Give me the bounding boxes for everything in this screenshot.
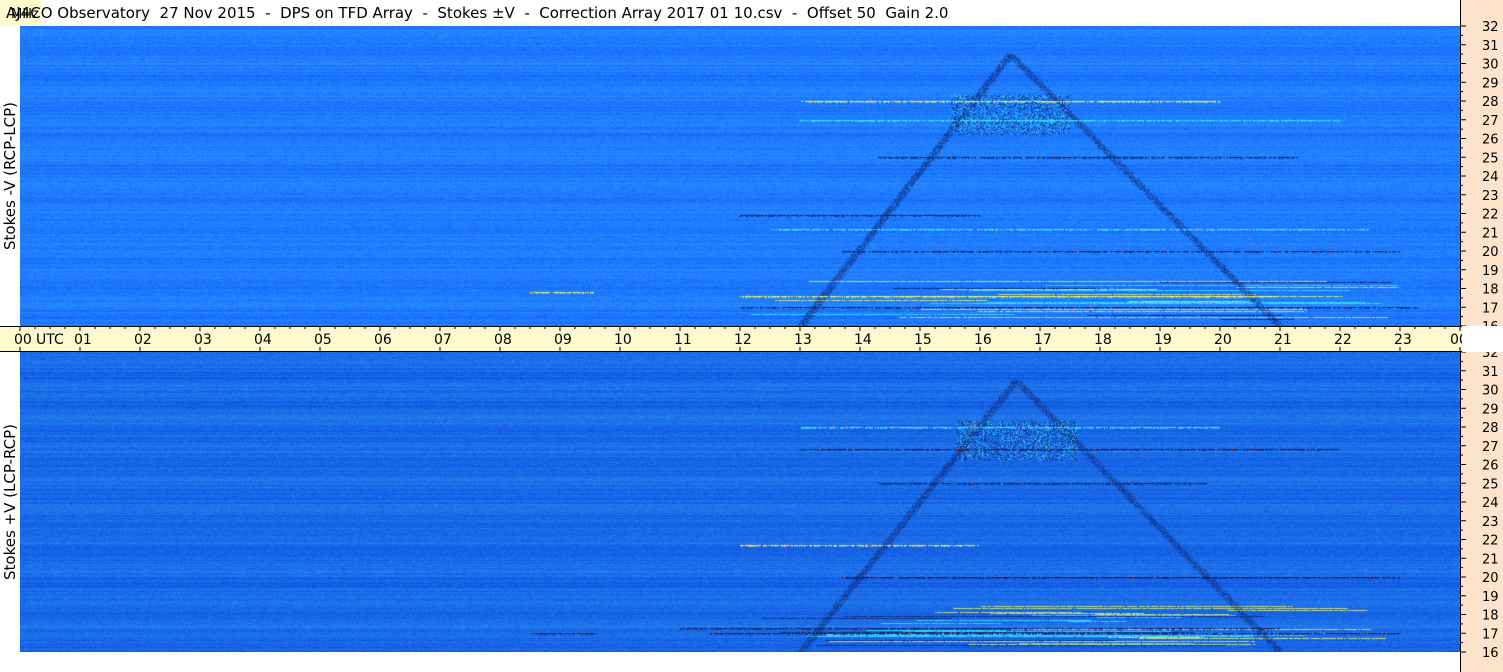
frequency-tick-label: 20 bbox=[1482, 245, 1499, 260]
top-panel-ylabel-text: Stokes -V (RCP-LCP) bbox=[1, 102, 19, 250]
time-tick-label: 05 bbox=[314, 332, 332, 348]
time-tick-label: 19 bbox=[1154, 332, 1172, 348]
mhz-unit-box: MHz bbox=[0, 0, 41, 26]
time-unit-label: UTC bbox=[36, 332, 64, 348]
frequency-tick-label: 22 bbox=[1482, 208, 1499, 223]
frequency-tick-label: 28 bbox=[1482, 95, 1499, 110]
time-tick-label: 12 bbox=[734, 332, 752, 348]
time-tick-label: 02 bbox=[134, 332, 152, 348]
time-tick-label: 00 bbox=[14, 332, 32, 348]
frequency-unit-label: MHz bbox=[11, 7, 39, 22]
frequency-tick-label: 29 bbox=[1482, 402, 1499, 417]
time-tick-label: 03 bbox=[194, 332, 212, 348]
frequency-tick-label: 17 bbox=[1482, 301, 1499, 316]
frequency-tick-label: 26 bbox=[1482, 459, 1499, 474]
time-tick-label: 16 bbox=[974, 332, 992, 348]
bottom-frequency-axis-svg: 16 17 18 19 20 21 22 23 24 25 26 27 28 29 30 31 32 bbox=[1460, 352, 1499, 672]
time-tick-label: 09 bbox=[554, 332, 572, 348]
frequency-tick-label: 23 bbox=[1482, 189, 1499, 204]
bottom-panel-ylabel: Stokes +V (LCP-RCP) bbox=[0, 352, 20, 652]
frequency-tick-label: 26 bbox=[1482, 133, 1499, 148]
frequency-tick-label: 18 bbox=[1482, 283, 1499, 298]
bottom-panel-ylabel-text: Stokes +V (LCP-RCP) bbox=[1, 424, 19, 580]
time-tick-label: 08 bbox=[494, 332, 512, 348]
frequency-tick-label: 23 bbox=[1482, 515, 1499, 530]
chart-title: AJ4CO Observatory 27 Nov 2015 - DPS on T… bbox=[6, 4, 949, 22]
top-panel-ylabel: Stokes -V (RCP-LCP) bbox=[0, 26, 20, 326]
bottom-frequency-axis: 16 17 18 19 20 21 22 23 24 25 26 27 28 29 30 31 32 bbox=[1460, 352, 1503, 672]
time-tick-label: 07 bbox=[434, 332, 452, 348]
time-tick-label: 15 bbox=[914, 332, 932, 348]
frequency-tick-label: 17 bbox=[1482, 627, 1499, 642]
frequency-tick-label: 30 bbox=[1482, 384, 1499, 399]
frequency-tick-label: 25 bbox=[1482, 151, 1499, 166]
frequency-tick-label: 16 bbox=[1482, 646, 1499, 661]
time-tick-label: 13 bbox=[794, 332, 812, 348]
frequency-tick-label: 31 bbox=[1482, 365, 1499, 380]
top-frequency-axis: 16 17 18 19 20 21 22 23 24 25 26 27 28 29 30 31 32 bbox=[1460, 0, 1503, 326]
frequency-tick-label: 27 bbox=[1482, 114, 1499, 129]
frequency-tick-label: 19 bbox=[1482, 264, 1499, 279]
time-tick-label: 20 bbox=[1214, 332, 1232, 348]
frequency-tick-label: 21 bbox=[1482, 552, 1499, 567]
frequency-tick-label: 18 bbox=[1482, 609, 1499, 624]
time-tick-label: 01 bbox=[74, 332, 92, 348]
time-tick-label: 23 bbox=[1394, 332, 1412, 348]
utc-time-axis: 00 UTC 01 02 03 04 05 06 07 08 09 10 11 12 13 14 15 16 17 1… bbox=[0, 326, 1462, 352]
stokes-minus-v-spectrogram bbox=[20, 26, 1460, 326]
top-frequency-axis-svg: 16 17 18 19 20 21 22 23 24 25 26 27 28 29 30 31 32 bbox=[1460, 0, 1499, 326]
stokes-plus-v-spectrogram bbox=[20, 352, 1460, 652]
frequency-tick-label: 22 bbox=[1482, 534, 1499, 549]
frequency-tick-label: 32 bbox=[1482, 352, 1499, 361]
time-tick-label: 11 bbox=[674, 332, 692, 348]
frequency-tick-label: 25 bbox=[1482, 477, 1499, 492]
frequency-tick-label: 31 bbox=[1482, 39, 1499, 54]
time-tick-label: 21 bbox=[1274, 332, 1292, 348]
frequency-tick-label: 16 bbox=[1482, 320, 1499, 326]
frequency-tick-label: 28 bbox=[1482, 421, 1499, 436]
time-tick-label: 10 bbox=[614, 332, 632, 348]
frequency-tick-label: 20 bbox=[1482, 571, 1499, 586]
stokes-minus-v-heatmap bbox=[20, 26, 1460, 326]
utc-time-axis-svg: 00 UTC 01 02 03 04 05 06 07 08 09 10 11 12 13 14 15 16 17 1… bbox=[0, 326, 1462, 352]
frequency-tick-label: 32 bbox=[1482, 20, 1499, 35]
frequency-tick-label: 30 bbox=[1482, 58, 1499, 73]
time-tick-label: 04 bbox=[254, 332, 272, 348]
time-tick-label: 00 bbox=[1450, 332, 1462, 348]
time-tick-label: 18 bbox=[1094, 332, 1112, 348]
time-tick-label: 17 bbox=[1034, 332, 1052, 348]
stokes-plus-v-heatmap bbox=[20, 352, 1460, 652]
frequency-tick-label: 19 bbox=[1482, 590, 1499, 605]
mhz-unit-svg: MHz bbox=[11, 7, 39, 22]
frequency-tick-label: 21 bbox=[1482, 226, 1499, 241]
time-tick-label: 22 bbox=[1334, 332, 1352, 348]
frequency-tick-label: 29 bbox=[1482, 76, 1499, 91]
frequency-tick-label: 27 bbox=[1482, 440, 1499, 455]
frequency-tick-label: 24 bbox=[1482, 496, 1499, 511]
time-tick-label: 14 bbox=[854, 332, 872, 348]
time-tick-label: 06 bbox=[374, 332, 392, 348]
frequency-tick-label: 24 bbox=[1482, 170, 1499, 185]
